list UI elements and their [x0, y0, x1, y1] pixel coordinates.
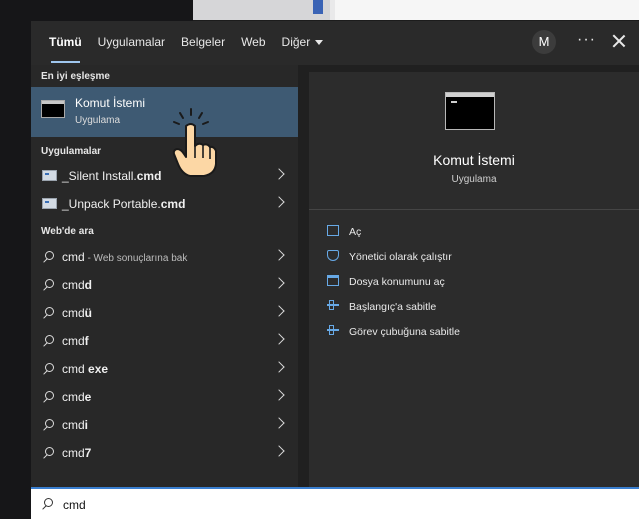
chevron-right-icon[interactable]: [273, 305, 285, 317]
tab-more[interactable]: Diğer: [274, 21, 332, 65]
search-icon: [42, 279, 54, 291]
results-list: En iyi eşleşme Komut İstemi Uygulama Uyg…: [31, 65, 298, 489]
search-input[interactable]: [61, 494, 625, 516]
search-icon: [42, 419, 54, 431]
chevron-right-icon[interactable]: [273, 389, 285, 401]
avatar[interactable]: M: [532, 30, 556, 54]
search-icon: [41, 498, 53, 510]
app-result-item[interactable]: _Unpack Portable.cmd: [31, 191, 298, 217]
tab-apps[interactable]: Uygulamalar: [90, 21, 173, 65]
start-search-panel: Tümü Uygulamalar Belgeler Web Diğer M ··…: [31, 21, 639, 519]
chevron-right-icon[interactable]: [273, 277, 285, 289]
best-match-subtitle: Uygulama: [75, 115, 121, 126]
tab-all[interactable]: Tümü: [41, 21, 90, 65]
pin-icon: [327, 325, 339, 335]
section-web: Web'de ara: [41, 226, 94, 237]
pin-icon: [327, 300, 339, 310]
filter-bar: Tümü Uygulamalar Belgeler Web Diğer M ··…: [31, 21, 639, 65]
shield-icon: [327, 250, 339, 261]
app-result-item[interactable]: _Silent Install.cmd: [31, 163, 298, 189]
web-result-item[interactable]: cmd - Web sonuçlarına bak: [31, 244, 298, 270]
search-icon: [42, 335, 54, 347]
document-icon: [313, 0, 323, 14]
section-best-match: En iyi eşleşme: [41, 71, 110, 82]
close-button[interactable]: [607, 29, 631, 53]
cmd-file-icon: [42, 170, 57, 181]
search-icon: [42, 251, 54, 263]
web-result-item[interactable]: cmdi: [31, 412, 298, 438]
cmd-file-icon: [42, 198, 57, 209]
chevron-right-icon[interactable]: [273, 361, 285, 373]
detail-subtitle: Uygulama: [451, 174, 497, 185]
web-result-item[interactable]: cmdd: [31, 272, 298, 298]
folder-icon: [327, 275, 339, 286]
divider: [309, 209, 639, 210]
search-bar: [31, 487, 639, 519]
best-match-title: Komut İstemi: [75, 96, 146, 110]
chevron-right-icon[interactable]: [273, 168, 285, 180]
chevron-right-icon[interactable]: [273, 196, 285, 208]
web-result-item[interactable]: cmde: [31, 384, 298, 410]
open-icon: [327, 225, 339, 236]
chevron-down-icon: [315, 40, 324, 46]
section-apps: Uygulamalar: [41, 146, 102, 157]
command-prompt-icon: [445, 92, 495, 130]
search-icon: [42, 447, 54, 459]
chevron-right-icon[interactable]: [273, 249, 285, 261]
command-prompt-icon: [41, 100, 65, 118]
web-result-item[interactable]: cmd exe: [31, 356, 298, 382]
search-icon: [42, 391, 54, 403]
search-icon: [42, 307, 54, 319]
chevron-right-icon[interactable]: [273, 417, 285, 429]
detail-title: Komut İstemi: [433, 152, 515, 168]
web-result-item[interactable]: cmdf: [31, 328, 298, 354]
chevron-right-icon[interactable]: [273, 333, 285, 345]
search-icon: [42, 363, 54, 375]
web-result-item[interactable]: cmdü: [31, 300, 298, 326]
best-match-item[interactable]: Komut İstemi Uygulama: [31, 87, 298, 137]
background-window: [193, 0, 639, 20]
tab-web[interactable]: Web: [233, 21, 273, 65]
tab-documents[interactable]: Belgeler: [173, 21, 233, 65]
filter-tabs: Tümü Uygulamalar Belgeler Web Diğer: [41, 21, 331, 65]
detail-pane: Komut İstemi Uygulama Aç Yönetici olarak…: [309, 72, 639, 489]
web-result-item[interactable]: cmd7: [31, 440, 298, 466]
chevron-right-icon[interactable]: [273, 445, 285, 457]
more-options-button[interactable]: ···: [577, 31, 596, 49]
